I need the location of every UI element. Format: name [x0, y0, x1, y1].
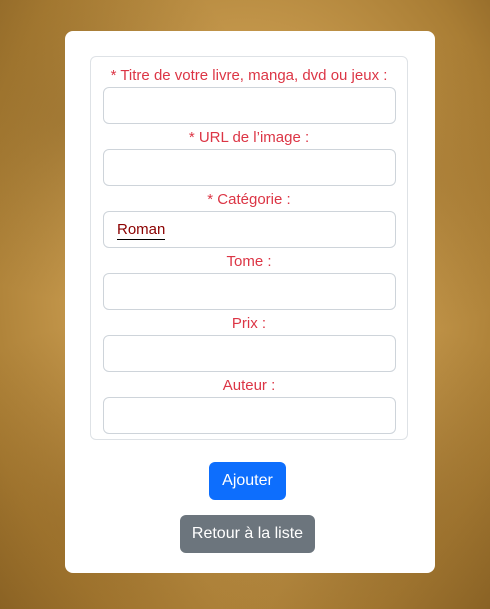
title-input[interactable] — [103, 87, 396, 124]
price-label: Prix : — [231, 315, 267, 332]
field-author: Auteur : — [91, 377, 407, 434]
back-to-list-button[interactable]: Retour à la liste — [180, 515, 315, 553]
add-button[interactable]: Ajouter — [209, 462, 286, 500]
volume-label: Tome : — [226, 253, 272, 270]
image-url-input[interactable] — [103, 149, 396, 186]
price-input[interactable] — [103, 335, 396, 372]
image-url-label: * URL de l’image : — [188, 129, 310, 146]
form-card: * Titre de votre livre, manga, dvd ou je… — [65, 31, 435, 573]
field-price: Prix : — [91, 315, 407, 372]
category-selected-value: Roman — [117, 221, 166, 240]
field-category: * Catégorie : Roman — [91, 191, 407, 248]
volume-input[interactable] — [103, 273, 396, 310]
category-label: * Catégorie : — [207, 191, 291, 208]
field-title: * Titre de votre livre, manga, dvd ou je… — [91, 67, 407, 124]
author-label: Auteur : — [222, 377, 276, 394]
author-input[interactable] — [103, 397, 396, 434]
title-label: * Titre de votre livre, manga, dvd ou je… — [110, 67, 388, 84]
field-image-url: * URL de l’image : — [91, 129, 407, 186]
category-select[interactable]: Roman — [103, 211, 396, 248]
form-fieldset: * Titre de votre livre, manga, dvd ou je… — [90, 56, 408, 440]
field-volume: Tome : — [91, 253, 407, 310]
